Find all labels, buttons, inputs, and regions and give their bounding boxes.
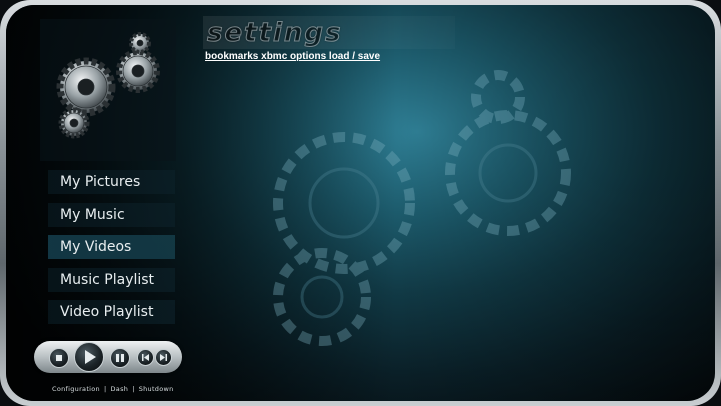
shutdown-link[interactable]: Shutdown [139, 385, 174, 393]
play-icon [85, 350, 96, 364]
stop-icon [56, 355, 62, 361]
next-button[interactable] [155, 349, 172, 366]
title-bar: settings [203, 16, 455, 49]
stop-button[interactable] [49, 348, 69, 368]
bezel-frame: settings bookmarks xbmc options load / s… [0, 0, 721, 406]
pause-button[interactable] [110, 348, 130, 368]
menu-item-my-pictures[interactable]: My Pictures [48, 170, 175, 194]
breadcrumb-link[interactable]: bookmarks xbmc options load / save [205, 51, 380, 62]
transport-controls [34, 341, 182, 373]
footer-separator: | [103, 385, 107, 393]
next-icon [160, 354, 167, 361]
menu-item-music-playlist[interactable]: Music Playlist [48, 267, 175, 292]
configuration-link[interactable]: Configuration [52, 385, 100, 393]
menu-item-my-videos[interactable]: My Videos [48, 235, 175, 259]
play-button[interactable] [74, 342, 104, 372]
footer-separator: | [132, 385, 135, 393]
menu-item-my-music[interactable]: My Music [48, 202, 175, 227]
menu-item-video-playlist[interactable]: Video Playlist [48, 300, 175, 324]
dash-link[interactable]: Dash [110, 385, 128, 393]
pause-icon [116, 354, 124, 362]
page-title: settings [206, 18, 343, 49]
previous-icon [142, 354, 149, 361]
footer-links: Configuration | Dash | Shutdown [52, 385, 174, 393]
screen-area: settings bookmarks xbmc options load / s… [6, 5, 715, 401]
settings-gears-icon [56, 32, 160, 139]
main-menu: My Pictures My Music My Videos Music Pla… [48, 170, 175, 333]
previous-button[interactable] [137, 349, 154, 366]
